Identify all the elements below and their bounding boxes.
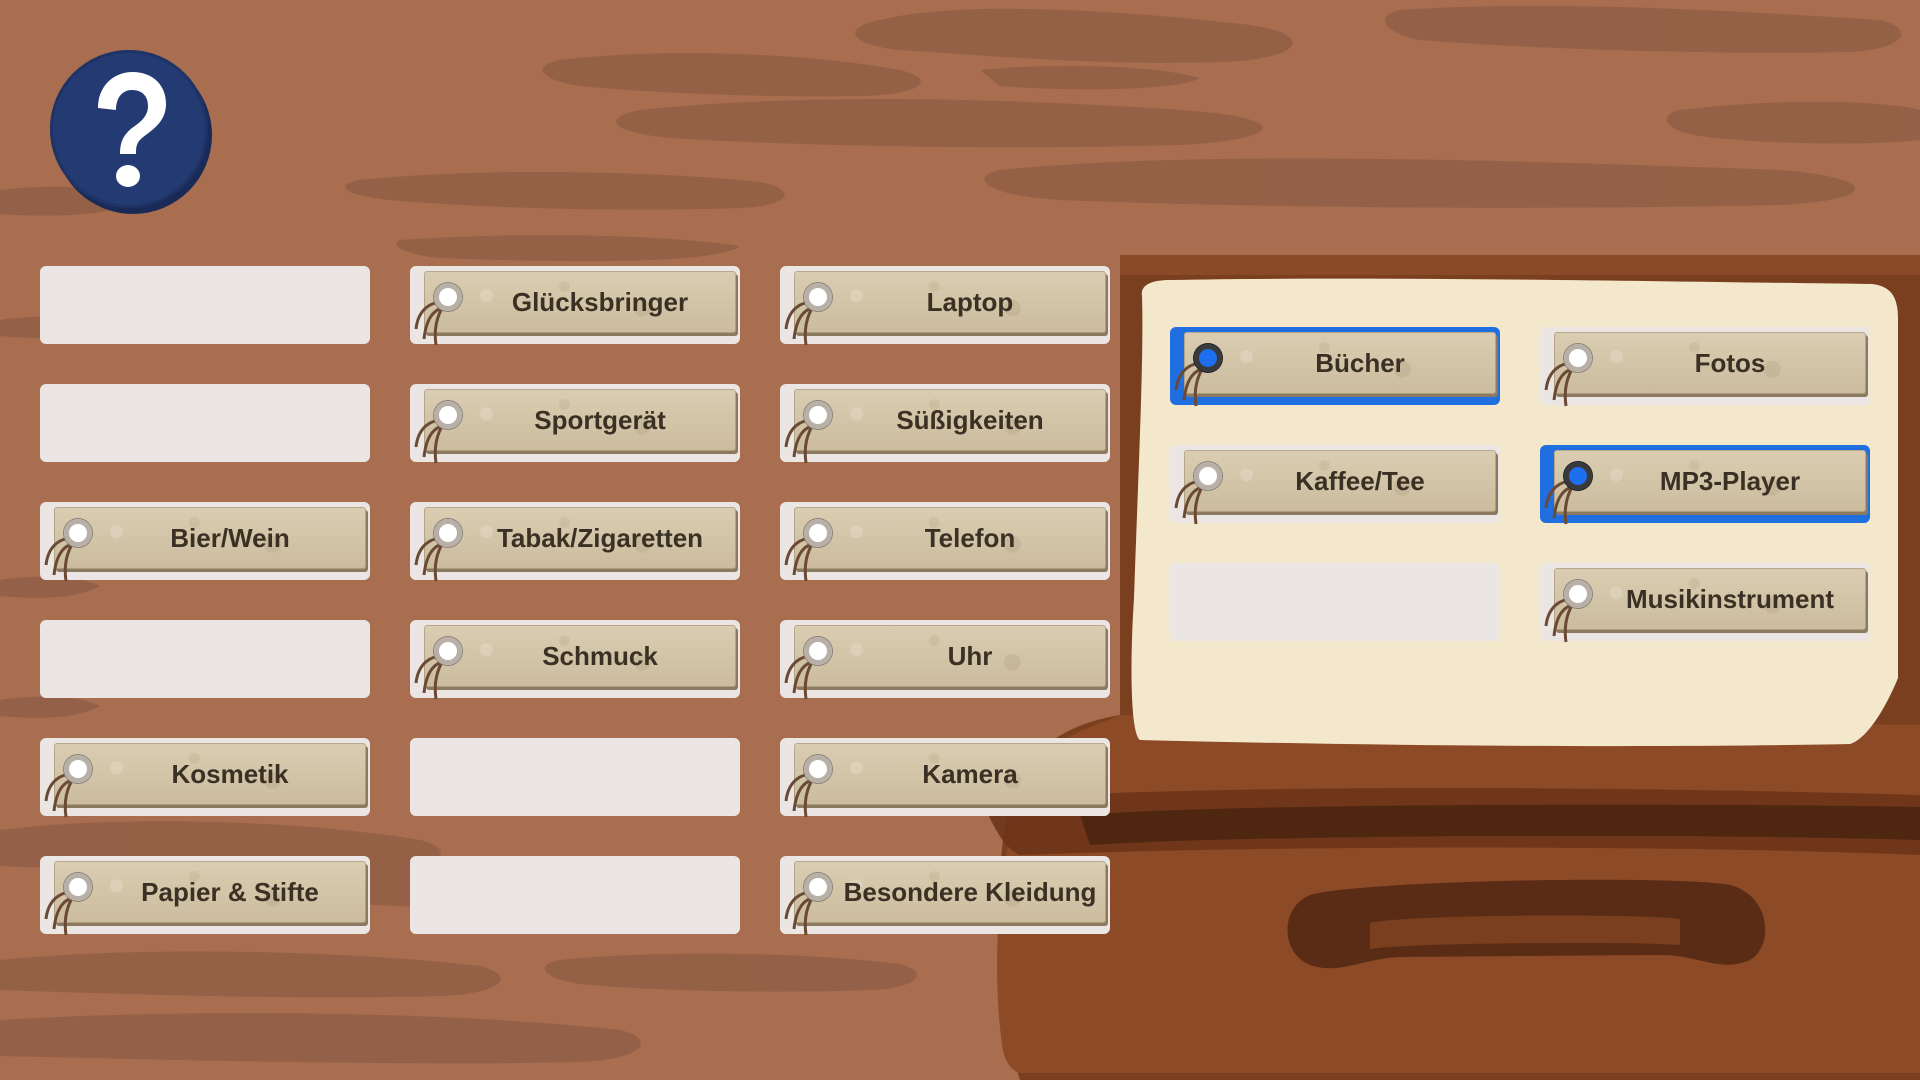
tag-hole-icon bbox=[1564, 462, 1592, 490]
tag-hole-icon bbox=[434, 519, 462, 547]
tag-hole-icon bbox=[804, 283, 832, 311]
item-slot[interactable]: Laptop bbox=[780, 266, 1110, 346]
tag-hole-icon bbox=[1194, 344, 1222, 372]
tag-hole-icon bbox=[434, 637, 462, 665]
item-label: Schmuck bbox=[542, 640, 658, 671]
item-tag[interactable]: Bücher bbox=[1174, 332, 1496, 407]
item-label: Glücksbringer bbox=[511, 286, 689, 317]
item-tag[interactable]: Süßigkeiten bbox=[784, 389, 1106, 464]
tag-hole-icon bbox=[64, 755, 92, 783]
item-slot[interactable]: Glücksbringer bbox=[410, 266, 740, 346]
help-button[interactable] bbox=[50, 50, 208, 208]
item-tag[interactable]: Telefon bbox=[784, 507, 1106, 582]
suitcase-slot[interactable]: MP3-Player bbox=[1540, 445, 1870, 525]
item-label: Uhr bbox=[947, 640, 993, 671]
empty-slot[interactable] bbox=[40, 620, 370, 698]
suitcase-slot[interactable]: Bücher bbox=[1170, 327, 1500, 407]
empty-slot[interactable] bbox=[410, 738, 740, 816]
item-slot[interactable]: Kosmetik bbox=[40, 738, 370, 818]
tag-hole-icon bbox=[64, 873, 92, 901]
suitcase-slot[interactable]: Fotos bbox=[1540, 327, 1870, 407]
item-label: MP3-Player bbox=[1659, 465, 1801, 496]
item-label: Bier/Wein bbox=[170, 522, 290, 553]
item-tag[interactable]: MP3-Player bbox=[1544, 450, 1866, 525]
item-tag[interactable]: Kosmetik bbox=[44, 743, 366, 818]
item-label: Telefon bbox=[924, 522, 1016, 553]
item-label: Kamera bbox=[922, 758, 1018, 789]
tag-hole-icon bbox=[1564, 580, 1592, 608]
empty-slot[interactable] bbox=[410, 856, 740, 934]
tag-hole-icon bbox=[1564, 344, 1592, 372]
tag-hole-icon bbox=[64, 519, 92, 547]
item-tag[interactable]: Schmuck bbox=[414, 625, 736, 700]
item-slot[interactable]: Sportgerät bbox=[410, 384, 740, 464]
tag-hole-icon bbox=[804, 755, 832, 783]
item-slot[interactable]: Süßigkeiten bbox=[780, 384, 1110, 464]
item-tag[interactable]: Besondere Kleidung bbox=[784, 861, 1106, 936]
item-tag[interactable]: Fotos bbox=[1544, 332, 1866, 407]
tag-hole-icon bbox=[804, 401, 832, 429]
item-label: Musikinstrument bbox=[1625, 583, 1835, 614]
item-label: Sportgerät bbox=[534, 404, 666, 435]
tag-hole-icon bbox=[434, 283, 462, 311]
item-tag[interactable]: Laptop bbox=[784, 271, 1106, 346]
item-slot[interactable]: Bier/Wein bbox=[40, 502, 370, 582]
item-tag[interactable]: Papier & Stifte bbox=[44, 861, 366, 936]
empty-slot[interactable] bbox=[40, 384, 370, 462]
empty-slot[interactable] bbox=[40, 266, 370, 344]
item-slot[interactable]: Schmuck bbox=[410, 620, 740, 700]
item-label: Tabak/Zigaretten bbox=[496, 522, 704, 553]
item-label: Kaffee/Tee bbox=[1295, 465, 1425, 496]
item-label: Besondere Kleidung bbox=[843, 876, 1097, 907]
tag-hole-icon bbox=[434, 401, 462, 429]
item-slot[interactable]: Kamera bbox=[780, 738, 1110, 818]
item-tag[interactable]: Kamera bbox=[784, 743, 1106, 818]
item-slot[interactable]: Tabak/Zigaretten bbox=[410, 502, 740, 582]
item-tag[interactable]: Glücksbringer bbox=[414, 271, 736, 346]
item-tag[interactable]: Bier/Wein bbox=[44, 507, 366, 582]
item-tag[interactable]: Sportgerät bbox=[414, 389, 736, 464]
question-mark-icon bbox=[98, 72, 166, 187]
item-label: Fotos bbox=[1694, 347, 1766, 378]
item-tag[interactable]: Tabak/Zigaretten bbox=[414, 507, 736, 582]
item-tag[interactable]: Kaffee/Tee bbox=[1174, 450, 1496, 525]
suitcase-slot[interactable]: Musikinstrument bbox=[1540, 563, 1870, 643]
tag-hole-icon bbox=[804, 873, 832, 901]
item-tag[interactable]: Uhr bbox=[784, 625, 1106, 700]
item-tag[interactable]: Musikinstrument bbox=[1544, 568, 1866, 643]
item-label: Kosmetik bbox=[171, 758, 289, 789]
suitcase-slot[interactable]: Kaffee/Tee bbox=[1170, 445, 1500, 525]
tag-hole-icon bbox=[804, 519, 832, 547]
tag-hole-icon bbox=[804, 637, 832, 665]
item-label: Süßigkeiten bbox=[896, 404, 1044, 435]
item-label: Bücher bbox=[1315, 347, 1405, 378]
item-slot[interactable]: Besondere Kleidung bbox=[780, 856, 1110, 936]
empty-slot[interactable] bbox=[1170, 563, 1500, 641]
item-slot[interactable]: Telefon bbox=[780, 502, 1110, 582]
item-label: Papier & Stifte bbox=[141, 876, 319, 907]
tag-hole-icon bbox=[1194, 462, 1222, 490]
item-label: Laptop bbox=[926, 286, 1014, 317]
item-slot[interactable]: Papier & Stifte bbox=[40, 856, 370, 936]
item-slot[interactable]: Uhr bbox=[780, 620, 1110, 700]
